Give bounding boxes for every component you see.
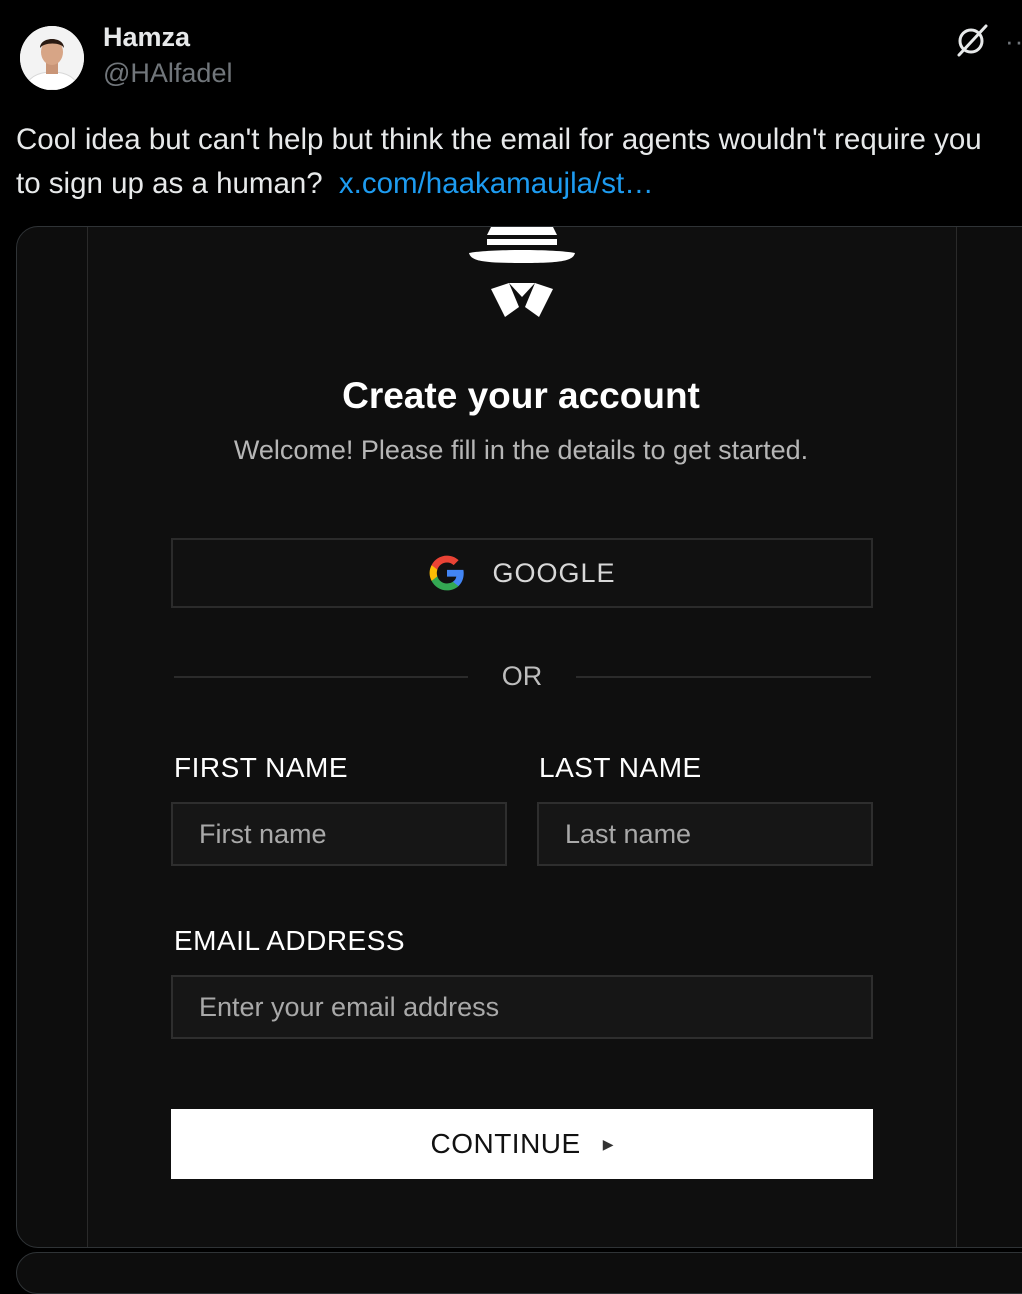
divider-line-left — [174, 676, 468, 678]
google-button-label: GOOGLE — [492, 557, 616, 588]
continue-button-label: CONTINUE — [430, 1128, 581, 1159]
grok-icon[interactable] — [954, 22, 990, 58]
email-input[interactable] — [171, 975, 873, 1039]
tweet-text: Cool idea but can't help but think the e… — [16, 118, 1011, 206]
tweet-media[interactable]: Create your account Welcome! Please fill… — [16, 226, 1022, 1248]
first-name-input[interactable] — [171, 802, 507, 866]
play-arrow-icon: ▶ — [602, 1135, 614, 1152]
divider-line-right — [576, 676, 871, 678]
last-name-input[interactable] — [537, 802, 873, 866]
more-icon[interactable]: ·· — [1005, 26, 1022, 57]
avatar[interactable] — [20, 26, 84, 90]
first-name-label: FIRST NAME — [174, 752, 349, 783]
spy-logo-icon — [469, 227, 575, 317]
last-name-label: LAST NAME — [539, 752, 702, 783]
google-icon — [430, 555, 465, 591]
author-name[interactable]: Hamza — [103, 22, 190, 53]
form-title: Create your account — [342, 375, 700, 416]
form-subtitle: Welcome! Please fill in the details to g… — [233, 435, 809, 465]
divider-text: OR — [501, 661, 543, 691]
email-label: EMAIL ADDRESS — [174, 925, 406, 956]
avatar-image — [20, 26, 84, 90]
tweet-link[interactable]: x.com/haakamaujla/st… — [339, 167, 654, 200]
next-media-card — [16, 1252, 1022, 1294]
google-signin-button[interactable]: GOOGLE — [171, 538, 873, 608]
author-handle[interactable]: @HAlfadel — [103, 58, 232, 89]
continue-button[interactable]: CONTINUE ▶ — [171, 1109, 873, 1179]
